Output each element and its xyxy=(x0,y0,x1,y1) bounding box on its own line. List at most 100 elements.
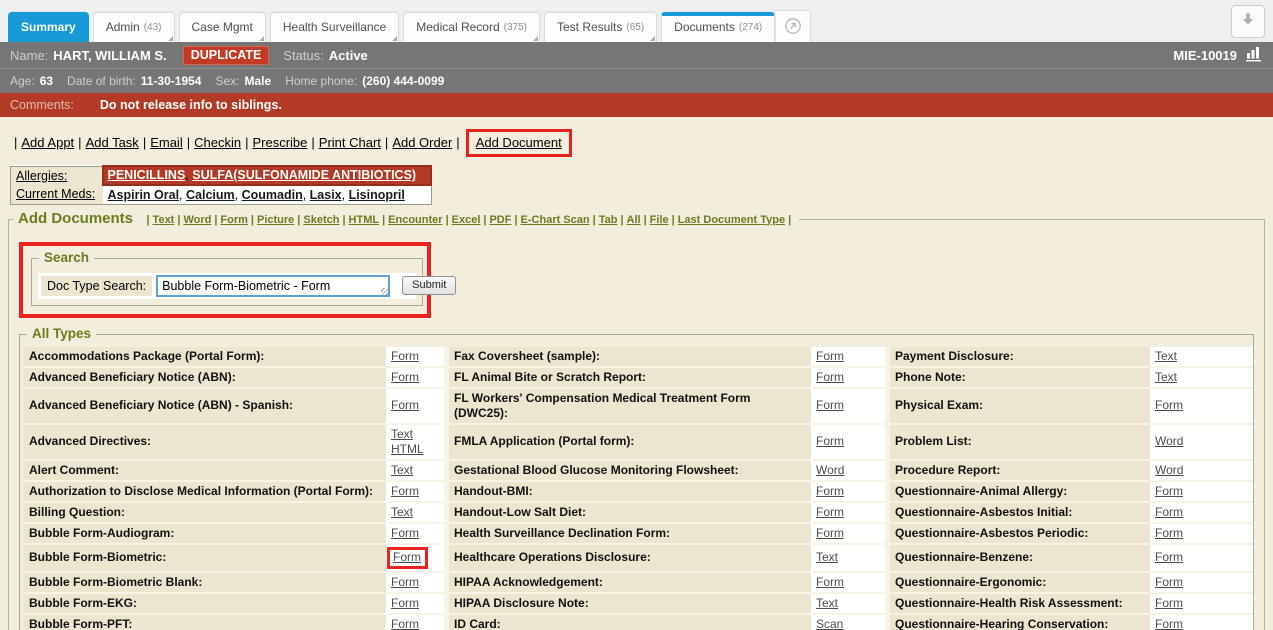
doc-link-form[interactable]: Form xyxy=(1155,526,1183,541)
doc-link-form[interactable]: Form xyxy=(816,505,844,520)
type-link-separator: | xyxy=(297,214,300,226)
doc-link-scan[interactable]: Scan xyxy=(816,617,843,630)
doc-link-word[interactable]: Word xyxy=(1155,434,1183,449)
doc-type-link-all[interactable]: All xyxy=(627,214,641,226)
doc-link-form[interactable]: Form xyxy=(816,526,844,541)
doc-link-form[interactable]: Form xyxy=(816,434,844,449)
doc-link-form[interactable]: Form xyxy=(816,349,844,364)
tab-medical-record[interactable]: Medical Record(375) xyxy=(403,12,540,42)
doc-type-search-input[interactable] xyxy=(156,275,390,297)
doc-link-text[interactable]: Text xyxy=(391,463,413,478)
doc-type-label: Handout-BMI: xyxy=(449,482,811,501)
doc-link-form[interactable]: Form xyxy=(1155,484,1183,499)
doc-link-form[interactable]: Form xyxy=(391,596,419,611)
doc-type-link-pdf[interactable]: PDF xyxy=(489,214,511,226)
allergy-link[interactable]: PENICILLINS xyxy=(108,168,186,182)
doc-link-form[interactable]: Form xyxy=(816,575,844,590)
doc-type-link-form[interactable]: Form xyxy=(220,214,248,226)
doc-link-form[interactable]: Form xyxy=(1155,596,1183,611)
medication-link[interactable]: Lisinopril xyxy=(349,188,405,202)
doc-type-link-word[interactable]: Word xyxy=(183,214,211,226)
doc-link-form[interactable]: Form xyxy=(1155,575,1183,590)
doc-type-label: Physical Exam: xyxy=(890,389,1150,423)
doc-type-label: Questionnaire-Asbestos Initial: xyxy=(890,503,1150,522)
bar-chart-icon[interactable] xyxy=(1245,45,1263,65)
doc-type-link-encounter[interactable]: Encounter xyxy=(388,214,442,226)
allergies-link[interactable]: Allergies: xyxy=(16,169,67,183)
tab-count: (375) xyxy=(504,22,527,33)
medication-link[interactable]: Lasix xyxy=(310,188,342,202)
doc-type-link-cell: Word xyxy=(811,461,885,480)
doc-link-form[interactable]: Form xyxy=(391,349,419,364)
quick-link-prescribe[interactable]: Prescribe xyxy=(252,135,307,150)
doc-type-link-cell: Form xyxy=(386,389,444,423)
doc-link-text[interactable]: Text xyxy=(391,505,413,520)
doc-link-form[interactable]: Form xyxy=(816,484,844,499)
current-meds-link[interactable]: Current Meds: xyxy=(16,187,95,201)
type-link-separator: | xyxy=(483,214,486,226)
doc-type-link-tab[interactable]: Tab xyxy=(599,214,618,226)
tab-dropdown-fold-icon xyxy=(259,36,264,41)
doc-type-link-cell: Form xyxy=(1150,482,1253,501)
quick-link-checkin[interactable]: Checkin xyxy=(194,135,241,150)
tab-case-mgmt[interactable]: Case Mgmt xyxy=(179,12,266,42)
patient-status: Active xyxy=(329,48,368,63)
doc-link-form[interactable]: Form xyxy=(391,575,419,590)
doc-link-text[interactable]: Text xyxy=(1155,349,1177,364)
type-link-separator: | xyxy=(620,214,623,226)
doc-link-text[interactable]: Text xyxy=(1155,370,1177,385)
tab-label: Case Mgmt xyxy=(192,20,253,34)
doc-type-search-row: Doc Type Search: Submit xyxy=(38,273,416,299)
quick-link-add-appt[interactable]: Add Appt xyxy=(21,135,74,150)
doc-link-form[interactable]: Form xyxy=(393,550,421,564)
doc-link-form[interactable]: Form xyxy=(1155,550,1183,565)
doc-link-text[interactable]: Text xyxy=(816,596,838,611)
annotation-highlight-box: Add Document xyxy=(466,129,572,157)
collapse-header-button[interactable] xyxy=(1231,5,1265,38)
doc-link-word[interactable]: Word xyxy=(1155,463,1183,478)
doc-link-text[interactable]: Text xyxy=(391,427,413,442)
doc-link-form[interactable]: Form xyxy=(1155,398,1183,413)
doc-type-link-cell: Form xyxy=(386,524,444,543)
doc-type-link-picture[interactable]: Picture xyxy=(257,214,294,226)
doc-type-link-text[interactable]: Text xyxy=(153,214,175,226)
doc-type-label: Phone Note: xyxy=(890,368,1150,387)
doc-type-link-file[interactable]: File xyxy=(650,214,669,226)
doc-link-form[interactable]: Form xyxy=(1155,617,1183,630)
doc-link-text[interactable]: Text xyxy=(816,550,838,565)
doc-link-form[interactable]: Form xyxy=(816,398,844,413)
medication-link[interactable]: Calcium xyxy=(186,188,235,202)
doc-link-form[interactable]: Form xyxy=(391,526,419,541)
doc-link-form[interactable]: Form xyxy=(391,398,419,413)
submit-button[interactable]: Submit xyxy=(402,276,456,295)
doc-type-link-excel[interactable]: Excel xyxy=(452,214,481,226)
quick-link-email[interactable]: Email xyxy=(150,135,183,150)
doc-link-form[interactable]: Form xyxy=(391,484,419,499)
quick-link-add-order[interactable]: Add Order xyxy=(392,135,452,150)
quick-link-print-chart[interactable]: Print Chart xyxy=(319,135,381,150)
tab-health-surveillance[interactable]: Health Surveillance xyxy=(270,12,399,42)
doc-type-link-e-chart-scan[interactable]: E-Chart Scan xyxy=(521,214,590,226)
allergy-link[interactable]: SULFA(SULFONAMIDE ANTIBIOTICS) xyxy=(192,168,416,182)
doc-type-link-html[interactable]: HTML xyxy=(349,214,380,226)
doc-link-form[interactable]: Form xyxy=(391,617,419,630)
doc-type-link-cell: Form xyxy=(386,615,444,630)
quick-link-add-task[interactable]: Add Task xyxy=(86,135,139,150)
medication-link[interactable]: Coumadin xyxy=(242,188,303,202)
open-chart-external-button[interactable] xyxy=(775,10,811,42)
doc-link-form[interactable]: Form xyxy=(391,370,419,385)
quick-link-add-document[interactable]: Add Document xyxy=(476,135,562,150)
tab-documents[interactable]: Documents(274) xyxy=(661,12,775,42)
medication-link[interactable]: Aspirin Oral xyxy=(108,188,180,202)
doc-link-form[interactable]: Form xyxy=(1155,505,1183,520)
doc-type-link-sketch[interactable]: Sketch xyxy=(303,214,339,226)
tab-admin[interactable]: Admin(43) xyxy=(93,12,175,42)
doc-type-link-cell: Form xyxy=(386,573,444,592)
doc-type-link-last-document-type[interactable]: Last Document Type xyxy=(678,214,785,226)
doc-link-html[interactable]: HTML xyxy=(391,442,424,457)
doc-type-label: Questionnaire-Asbestos Periodic: xyxy=(890,524,1150,543)
doc-link-word[interactable]: Word xyxy=(816,463,844,478)
tab-test-results[interactable]: Test Results(65) xyxy=(544,12,657,42)
tab-summary[interactable]: Summary xyxy=(8,12,89,42)
doc-link-form[interactable]: Form xyxy=(816,370,844,385)
